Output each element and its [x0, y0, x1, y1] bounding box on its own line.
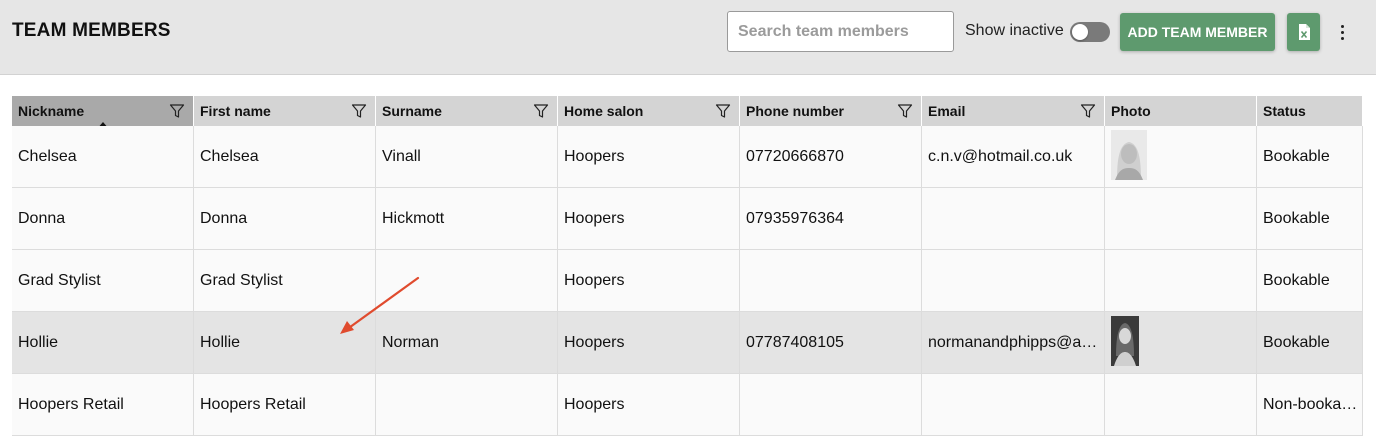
cell-surname: Hickmott	[376, 188, 558, 249]
cell-status: Bookable	[1257, 188, 1363, 249]
cell-email: normanandphipps@a…	[922, 312, 1105, 373]
cell-status: Non-bookable	[1257, 374, 1363, 435]
cell-photo	[1105, 126, 1257, 187]
cell-phone	[740, 374, 922, 435]
excel-export-icon	[1298, 24, 1310, 40]
cell-phone: 07720666870	[740, 126, 922, 187]
annotation-arrow	[340, 276, 420, 334]
column-header-phone-number[interactable]: Phone number	[740, 96, 922, 126]
column-header-label: Home salon	[564, 103, 644, 119]
column-header-photo[interactable]: Photo	[1105, 96, 1257, 126]
table-row[interactable]: Hoopers Retail Hoopers Retail Hoopers Non-b…	[12, 374, 1363, 436]
cell-photo	[1105, 312, 1257, 373]
cell-first-name: Chelsea	[194, 126, 376, 187]
table-header-row: Nickname First name Surname Home salon Phone…	[12, 96, 1363, 129]
filter-icon[interactable]	[351, 103, 367, 119]
cell-nickname: Donna	[12, 188, 194, 249]
show-inactive-label: Show inactive	[965, 22, 1064, 39]
cell-nickname: Grad Stylist	[12, 250, 194, 311]
column-header-email[interactable]: Email	[922, 96, 1105, 126]
column-header-status[interactable]: Status	[1257, 96, 1363, 126]
column-header-nickname[interactable]: Nickname	[12, 96, 194, 129]
table-row[interactable]: Donna Donna Hickmott Hoopers 07935976364 Book…	[12, 188, 1363, 250]
filter-icon[interactable]	[1080, 103, 1096, 119]
page-header: TEAM MEMBERS Show inactive ADD TEAM MEMB…	[0, 0, 1376, 75]
cell-phone	[740, 250, 922, 311]
filter-icon[interactable]	[169, 103, 185, 119]
column-header-home-salon[interactable]: Home salon	[558, 96, 740, 126]
column-header-label: Surname	[382, 103, 442, 119]
column-header-surname[interactable]: Surname	[376, 96, 558, 126]
column-header-label: Email	[928, 103, 966, 119]
cell-email: c.n.v@hotmail.co.uk	[922, 126, 1105, 187]
team-members-table: Nickname First name Surname Home salon Phone…	[12, 96, 1363, 436]
cell-first-name: Donna	[194, 188, 376, 249]
column-header-label: Status	[1263, 103, 1306, 119]
cell-home-salon: Hoopers	[558, 126, 740, 187]
show-inactive-toggle[interactable]	[1070, 22, 1110, 42]
cell-phone: 07935976364	[740, 188, 922, 249]
cell-home-salon: Hoopers	[558, 312, 740, 373]
cell-nickname: Hollie	[12, 312, 194, 373]
cell-surname: Vinall	[376, 126, 558, 187]
column-header-first-name[interactable]: First name	[194, 96, 376, 126]
column-header-label: Nickname	[18, 103, 85, 119]
cell-photo	[1105, 188, 1257, 249]
column-header-label: Phone number	[746, 103, 845, 119]
filter-icon[interactable]	[897, 103, 913, 119]
filter-icon[interactable]	[715, 103, 731, 119]
column-header-label: First name	[200, 103, 271, 119]
cell-email	[922, 250, 1105, 311]
cell-status: Bookable	[1257, 312, 1363, 373]
cell-nickname: Hoopers Retail	[12, 374, 194, 435]
filter-icon[interactable]	[533, 103, 549, 119]
cell-photo	[1105, 250, 1257, 311]
page-title: TEAM MEMBERS	[12, 20, 171, 41]
cell-home-salon: Hoopers	[558, 250, 740, 311]
add-team-member-button[interactable]: ADD TEAM MEMBER	[1120, 13, 1275, 51]
cell-status: Bookable	[1257, 250, 1363, 311]
toggle-knob	[1072, 24, 1088, 40]
avatar	[1111, 130, 1147, 180]
more-options-icon[interactable]	[1334, 19, 1350, 45]
cell-phone: 07787408105	[740, 312, 922, 373]
table-row[interactable]: Hollie Hollie Norman Hoopers 07787408105 norm…	[12, 312, 1363, 374]
cell-email	[922, 188, 1105, 249]
cell-photo	[1105, 374, 1257, 435]
cell-home-salon: Hoopers	[558, 374, 740, 435]
cell-status: Bookable	[1257, 126, 1363, 187]
cell-email	[922, 374, 1105, 435]
cell-surname	[376, 374, 558, 435]
table-row[interactable]: Grad Stylist Grad Stylist Hoopers Bookable	[12, 250, 1363, 312]
search-input[interactable]	[727, 11, 954, 52]
cell-nickname: Chelsea	[12, 126, 194, 187]
table-row[interactable]: Chelsea Chelsea Vinall Hoopers 07720666870 c.…	[12, 126, 1363, 188]
export-excel-button[interactable]	[1287, 13, 1320, 51]
column-header-label: Photo	[1111, 103, 1151, 119]
cell-home-salon: Hoopers	[558, 188, 740, 249]
avatar	[1111, 316, 1139, 366]
cell-first-name: Hoopers Retail	[194, 374, 376, 435]
